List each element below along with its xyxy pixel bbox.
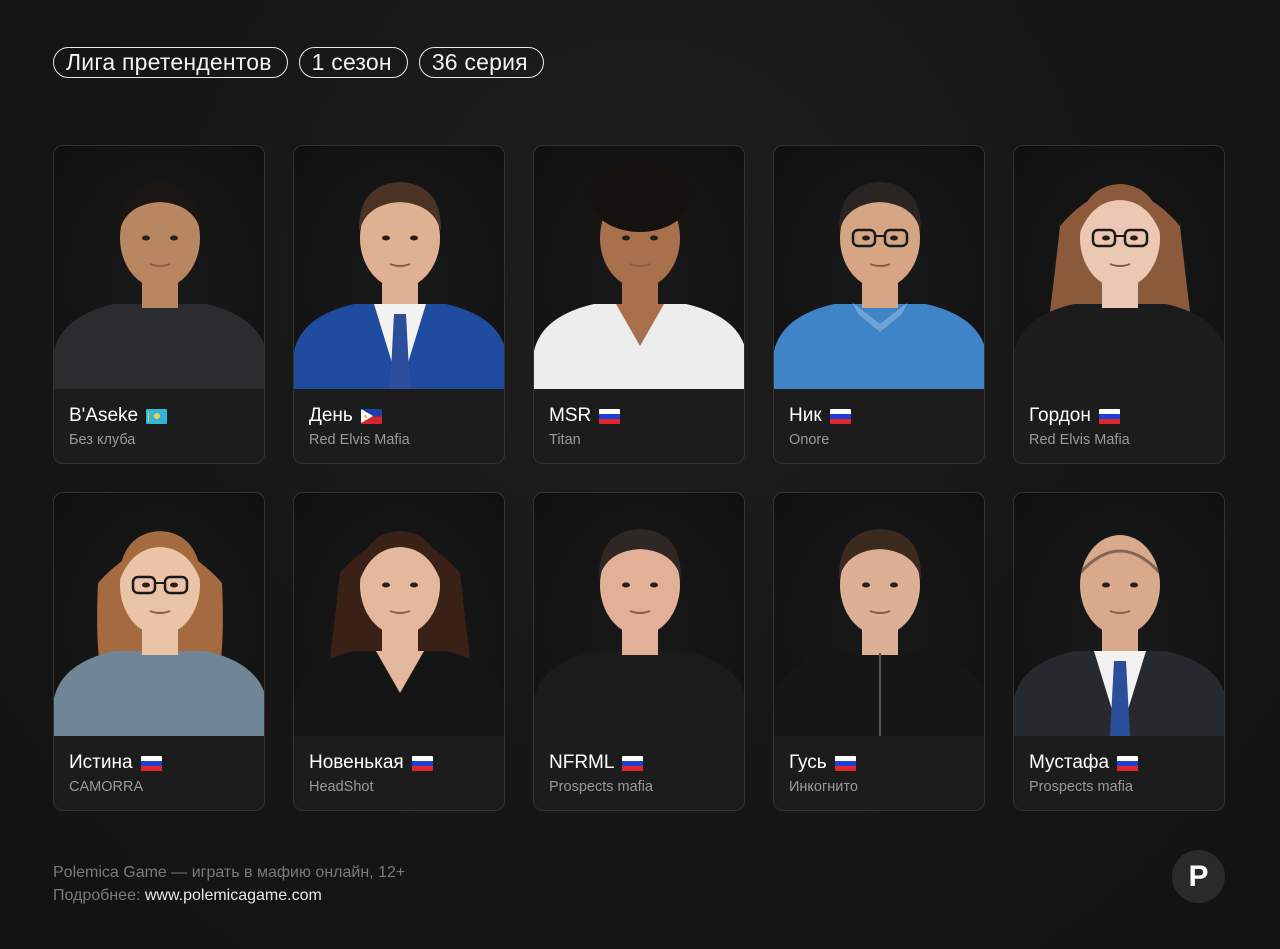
player-photo	[1014, 146, 1224, 389]
player-name: B'Aseke	[69, 405, 139, 426]
player-card: Гусь Инкогнито	[773, 492, 985, 811]
torso-shape	[1014, 304, 1224, 389]
portrait-silhouette	[1014, 535, 1224, 736]
eye-left	[862, 582, 870, 588]
ru-flag-icon	[1098, 408, 1120, 424]
ru-flag-icon	[622, 755, 644, 771]
player-club: Prospects mafia	[1029, 779, 1133, 795]
eye-right	[650, 235, 658, 241]
eye-left	[142, 582, 150, 588]
eye-right	[410, 582, 418, 588]
player-card: День Red Elvis Mafia	[293, 145, 505, 464]
eye-left	[622, 582, 630, 588]
player-name: Истина	[69, 752, 133, 773]
tag-episode: 36 серия	[418, 47, 544, 78]
portrait-silhouette	[1014, 184, 1224, 389]
player-name: NFRML	[549, 752, 615, 773]
ru-flag-icon	[599, 408, 621, 424]
player-photo	[54, 493, 264, 736]
ph-flag-icon	[360, 408, 382, 424]
eye-right	[1130, 235, 1138, 241]
torso-shape	[54, 304, 264, 389]
torso-shape	[534, 651, 744, 736]
ru-flag-icon	[1117, 755, 1139, 771]
player-photo	[294, 493, 504, 736]
player-card: Гордон Red Elvis Mafia	[1013, 145, 1225, 464]
player-photo	[1014, 493, 1224, 736]
portrait-silhouette	[294, 531, 504, 736]
players-row-2: Истина CAMORRA Новенькая HeadShot NFRML	[53, 492, 1225, 811]
player-club: Red Elvis Mafia	[309, 432, 410, 448]
torso-shape	[774, 304, 984, 389]
player-name: День	[309, 405, 353, 426]
player-photo	[54, 146, 264, 389]
eye-left	[382, 235, 390, 241]
eye-right	[410, 235, 418, 241]
portrait-silhouette	[54, 531, 264, 736]
polemica-logo-icon: P	[1172, 850, 1225, 903]
player-card: MSR Titan	[533, 145, 745, 464]
player-name: Ник	[789, 405, 822, 426]
player-name: Гордон	[1029, 405, 1091, 426]
eye-left	[622, 235, 630, 241]
players-row-1: B'Aseke Без клуба День Red Elvis Mafia M…	[53, 145, 1225, 464]
ru-flag-icon	[411, 755, 433, 771]
eye-left	[142, 235, 150, 241]
player-photo	[294, 146, 504, 389]
player-photo	[534, 146, 744, 389]
player-photo	[774, 146, 984, 389]
footer-more-label: Подробнее:	[53, 887, 145, 904]
player-club: Red Elvis Mafia	[1029, 432, 1130, 448]
footer-more-line: Подробнее: www.polemicagame.com	[53, 884, 405, 907]
player-photo	[534, 493, 744, 736]
eye-left	[862, 235, 870, 241]
eye-right	[170, 235, 178, 241]
footer-website-link[interactable]: www.polemicagame.com	[145, 887, 322, 904]
ru-flag-icon	[140, 755, 162, 771]
eye-left	[382, 582, 390, 588]
header-tags: Лига претендентов 1 сезон 36 серия	[53, 47, 544, 78]
player-card: Ник Onore	[773, 145, 985, 464]
kz-flag-icon	[146, 408, 168, 424]
eye-right	[650, 582, 658, 588]
tag-season: 1 сезон	[298, 47, 408, 78]
players-grid: B'Aseke Без клуба День Red Elvis Mafia M…	[53, 145, 1225, 839]
portrait-silhouette	[54, 182, 264, 389]
portrait-silhouette	[774, 529, 984, 736]
eye-left	[1102, 582, 1110, 588]
player-photo	[774, 493, 984, 736]
eye-right	[890, 235, 898, 241]
ru-flag-icon	[834, 755, 856, 771]
eye-right	[170, 582, 178, 588]
torso-shape	[54, 651, 264, 736]
player-club: Инкогнито	[789, 779, 858, 795]
player-name: Гусь	[789, 752, 827, 773]
portrait-silhouette	[774, 182, 984, 389]
portrait-silhouette	[534, 164, 744, 389]
player-club: Titan	[549, 432, 581, 448]
player-club: Prospects mafia	[549, 779, 653, 795]
ru-flag-icon	[829, 408, 851, 424]
player-name: MSR	[549, 405, 592, 426]
player-club: Без клуба	[69, 432, 136, 448]
portrait-silhouette	[294, 182, 504, 389]
hair-shape	[590, 164, 690, 232]
player-name: Новенькая	[309, 752, 404, 773]
player-club: Onore	[789, 432, 830, 448]
player-card: Истина CAMORRA	[53, 492, 265, 811]
player-card: NFRML Prospects mafia	[533, 492, 745, 811]
player-name: Мустафа	[1029, 752, 1110, 773]
portrait-silhouette	[534, 529, 744, 736]
eye-left	[1102, 235, 1110, 241]
tag-league: Лига претендентов	[53, 47, 288, 78]
footer-tagline: Polemica Game — играть в мафию онлайн, 1…	[53, 864, 406, 881]
player-card: Мустафа Prospects mafia	[1013, 492, 1225, 811]
player-card: B'Aseke Без клуба	[53, 145, 265, 464]
player-club: CAMORRA	[69, 779, 144, 795]
footer: Polemica Game — играть в мафию онлайн, 1…	[53, 861, 405, 907]
player-club: HeadShot	[309, 779, 374, 795]
eye-right	[890, 582, 898, 588]
player-card: Новенькая HeadShot	[293, 492, 505, 811]
eye-right	[1130, 582, 1138, 588]
